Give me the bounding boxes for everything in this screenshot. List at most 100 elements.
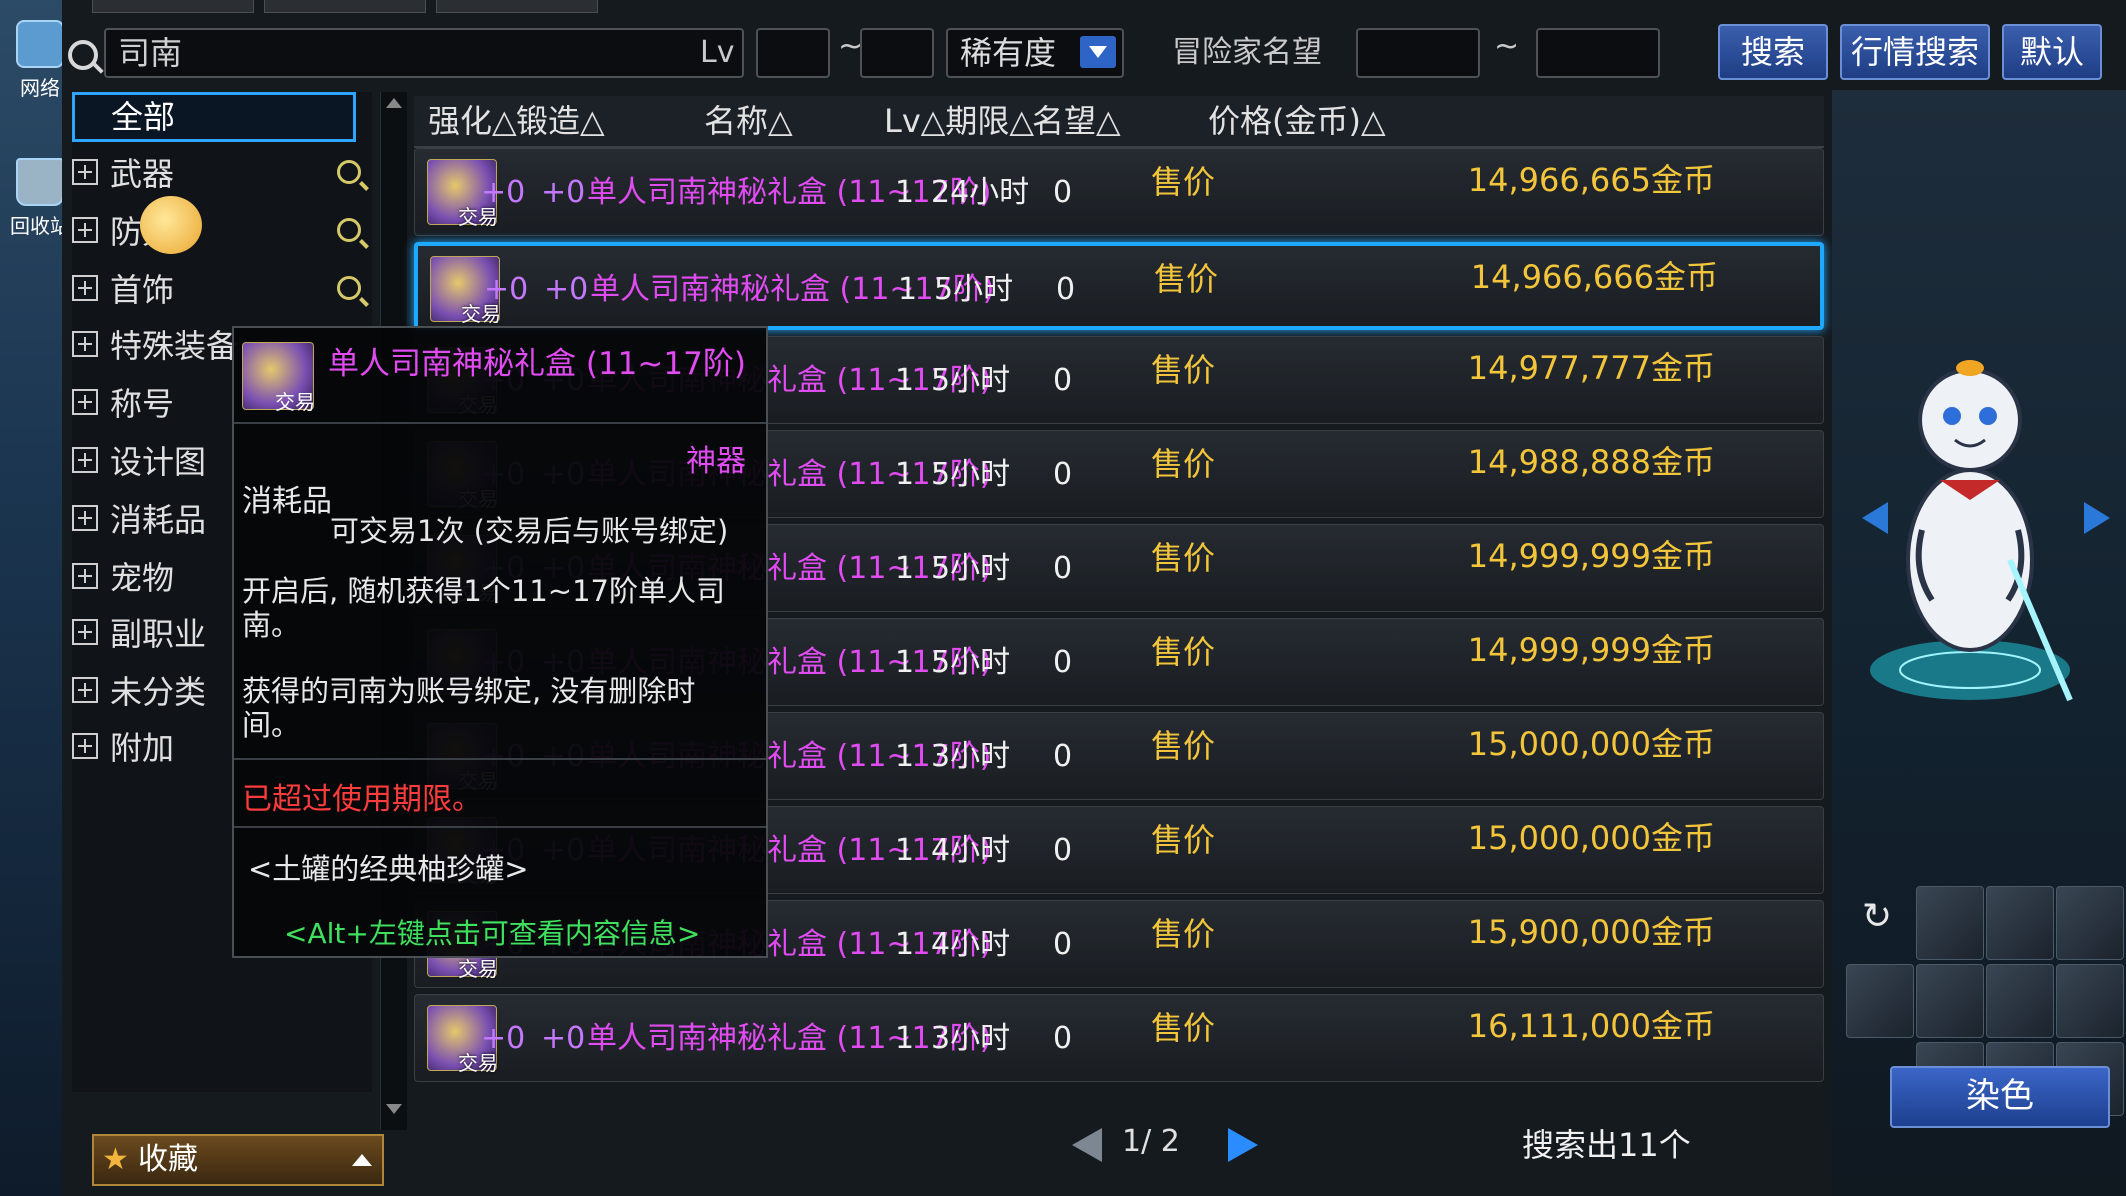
header-price[interactable]: 价格(金币)△: [1208, 96, 1386, 146]
item-period: 4小时: [931, 833, 1011, 868]
dye-button[interactable]: 染色: [1890, 1066, 2110, 1128]
header-fame[interactable]: 名望△: [1032, 96, 1121, 146]
forge-value: +0: [541, 1021, 586, 1056]
item-fame: 0: [1053, 551, 1073, 586]
zoom-in-icon[interactable]: [337, 276, 361, 300]
expand-icon[interactable]: [72, 217, 98, 243]
expand-icon[interactable]: [72, 677, 98, 703]
equipment-slot[interactable]: [2056, 886, 2124, 960]
header-name[interactable]: 名称△: [704, 96, 793, 146]
search-input[interactable]: 司南: [104, 28, 744, 78]
favorites-button[interactable]: ★ 收藏: [92, 1134, 384, 1186]
rarity-select[interactable]: 稀有度: [946, 28, 1124, 78]
expand-icon[interactable]: [72, 505, 98, 531]
lv-min-input[interactable]: [756, 28, 830, 78]
category-item-accessory[interactable]: 首饰: [72, 262, 372, 318]
header-forge[interactable]: 锻造△: [516, 96, 605, 146]
network-icon-label: 网络: [20, 76, 60, 100]
header-lv-period[interactable]: Lv△期限△: [884, 96, 1034, 146]
tooltip-title: 单人司南神秘礼盒 (11~17阶): [328, 346, 746, 382]
sale-label: 售价: [1151, 445, 1216, 483]
top-tab[interactable]: [264, 0, 426, 13]
item-period: 5小时: [931, 551, 1011, 586]
category-item-armor[interactable]: 防具: [72, 204, 372, 260]
sale-label: 售价: [1154, 260, 1219, 298]
next-page-icon[interactable]: [1228, 1128, 1258, 1162]
enhance-value: +0: [481, 175, 526, 210]
expand-icon[interactable]: [72, 619, 98, 645]
table-row[interactable]: 交易 +0 +0 单人司南神秘礼盒 (11~17阶) 1 24小时 0 售价 1…: [414, 148, 1824, 236]
expand-icon[interactable]: [72, 563, 98, 589]
tooltip-expired: 已超过使用期限。: [242, 782, 482, 817]
top-tab[interactable]: [92, 0, 254, 13]
equipment-slot[interactable]: [1986, 886, 2054, 960]
fame-label: 冒险家名望: [1172, 35, 1322, 70]
page-indicator: 1/ 2: [1122, 1124, 1180, 1159]
default-button[interactable]: 默认: [2002, 24, 2102, 80]
sale-label: 售价: [1151, 351, 1216, 389]
item-price: 14,977,777金币: [1467, 349, 1715, 387]
recycle-bin-label: 回收站: [10, 214, 70, 238]
lv-label: Lv: [700, 35, 735, 70]
category-label: 称号: [110, 385, 175, 423]
fame-min-input[interactable]: [1356, 28, 1480, 78]
scroll-down-icon[interactable]: [384, 1100, 404, 1120]
auction-window: 司南 Lv ~ 稀有度 冒险家名望 ~ 搜索 行情搜索 默认 全部 武器 防具: [62, 0, 2126, 1196]
category-label: 武器: [110, 155, 175, 193]
sale-label: 售价: [1151, 1009, 1216, 1047]
item-period: 4小时: [931, 927, 1011, 962]
category-label: 未分类: [110, 673, 207, 711]
fame-max-input[interactable]: [1536, 28, 1660, 78]
item-price: 15,000,000金币: [1467, 725, 1715, 763]
item-level: 1: [895, 175, 915, 210]
lv-max-input[interactable]: [860, 28, 934, 78]
scroll-up-icon[interactable]: [384, 94, 404, 114]
expand-icon[interactable]: [72, 159, 98, 185]
zoom-in-icon[interactable]: [337, 160, 361, 184]
expand-icon[interactable]: [72, 389, 98, 415]
equipment-slot[interactable]: [1916, 964, 1984, 1038]
item-tooltip: 交易 单人司南神秘礼盒 (11~17阶) 神器 消耗品 可交易1次 (交易后与账…: [232, 326, 768, 958]
category-label: 设计图: [110, 443, 207, 481]
equipment-slot[interactable]: [1916, 886, 1984, 960]
item-fame: 0: [1053, 927, 1073, 962]
market-search-button[interactable]: 行情搜索: [1840, 24, 1990, 80]
item-price: 14,999,999金币: [1467, 537, 1715, 575]
equipment-slot[interactable]: [1986, 964, 2054, 1038]
forge-value: +0: [541, 175, 586, 210]
table-row[interactable]: 交易 +0 +0 单人司南神秘礼盒 (11~17阶) 1 3小时 0 售价 16…: [414, 994, 1824, 1082]
search-button[interactable]: 搜索: [1718, 24, 1828, 80]
expand-icon[interactable]: [72, 733, 98, 759]
item-fame: 0: [1053, 739, 1073, 774]
category-label: 宠物: [110, 559, 175, 597]
item-fame: 0: [1053, 833, 1073, 868]
gift-box-icon: 交易: [242, 342, 315, 414]
top-tab[interactable]: [436, 0, 598, 13]
category-item-weapon[interactable]: 武器: [72, 146, 372, 202]
category-all[interactable]: 全部: [72, 92, 356, 142]
item-price: 16,111,000金币: [1467, 1007, 1715, 1045]
rotate-left-icon[interactable]: [1862, 502, 1888, 534]
zoom-in-icon[interactable]: [337, 218, 361, 242]
expand-icon[interactable]: [72, 275, 98, 301]
expand-icon[interactable]: [72, 447, 98, 473]
search-bar: 司南 Lv ~ 稀有度 冒险家名望 ~ 搜索 行情搜索 默认: [62, 24, 2126, 90]
header-enhance[interactable]: 强化△: [428, 96, 517, 146]
prev-page-icon[interactable]: [1072, 1128, 1102, 1162]
table-header: 强化△ 锻造△ 名称△ Lv△期限△ 名望△ 价格(金币)△: [414, 96, 1824, 148]
reset-view-icon[interactable]: ↻: [1862, 896, 1892, 937]
category-label: 首饰: [110, 271, 175, 309]
table-row-selected[interactable]: 交易 +0 +0 单人司南神秘礼盒 (11~17阶) 1 5小时 0 售价 14…: [414, 242, 1824, 330]
rotate-right-icon[interactable]: [2084, 502, 2110, 534]
equipment-slot[interactable]: [1846, 964, 1914, 1038]
expand-icon[interactable]: [72, 331, 98, 357]
tooltip-set: <土罐的经典柚珍罐>: [248, 852, 529, 886]
tooltip-type: 消耗品: [242, 484, 332, 519]
item-fame: 0: [1053, 363, 1073, 398]
item-level: 1: [895, 1021, 915, 1056]
item-price: 14,966,666金币: [1470, 258, 1718, 296]
item-price: 14,966,665金币: [1467, 161, 1715, 199]
tooltip-divider: [234, 826, 766, 828]
item-fame: 0: [1053, 645, 1073, 680]
equipment-slot[interactable]: [2056, 964, 2124, 1038]
